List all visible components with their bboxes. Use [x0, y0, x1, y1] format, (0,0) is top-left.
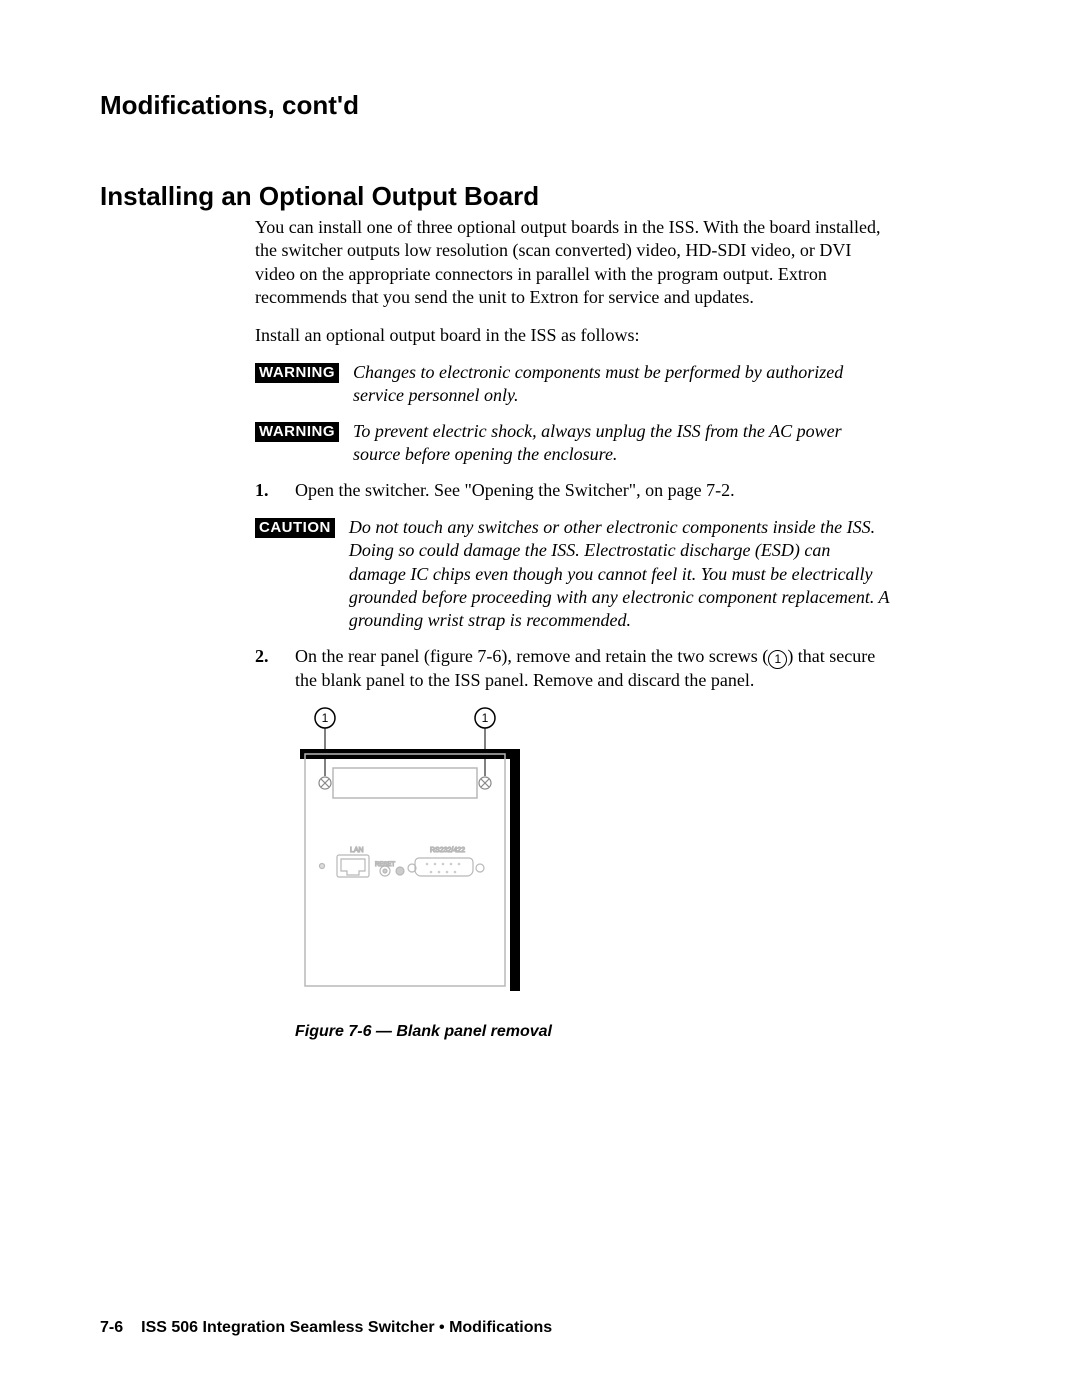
running-head: Modifications, cont'd — [100, 90, 980, 121]
blank-panel-diagram: 1 1 — [295, 706, 565, 1006]
page: Modifications, cont'd Installing an Opti… — [0, 0, 1080, 1397]
caution-1: CAUTION Do not touch any switches or oth… — [255, 516, 890, 633]
figure-7-6: 1 1 — [295, 706, 980, 1011]
warning-text: Changes to electronic components must be… — [353, 361, 890, 408]
body-block: You can install one of three optional ou… — [255, 216, 890, 692]
warning-badge: WARNING — [255, 422, 339, 443]
reset-label: RESET — [375, 862, 395, 868]
step-2: 2. On the rear panel (figure 7-6), remov… — [255, 645, 890, 692]
rs232-label: RS232/422 — [430, 847, 465, 854]
step-number: 1. — [255, 479, 295, 502]
section-title: Installing an Optional Output Board — [100, 181, 980, 212]
callout-right: 1 — [482, 711, 489, 725]
warning-text: To prevent electric shock, always unplug… — [353, 420, 890, 467]
callout-left: 1 — [322, 711, 329, 725]
callout-circle-icon: 1 — [768, 650, 787, 669]
caution-text: Do not touch any switches or other elect… — [349, 516, 890, 633]
step-1: 1. Open the switcher. See "Opening the S… — [255, 479, 890, 502]
warning-2: WARNING To prevent electric shock, alway… — [255, 420, 890, 467]
step2-text-a: On the rear panel (figure 7-6), remove a… — [295, 646, 768, 666]
page-footer: 7-6 ISS 506 Integration Seamless Switcher… — [100, 1319, 552, 1337]
step-text: Open the switcher. See "Opening the Swit… — [295, 479, 890, 502]
footer-title: ISS 506 Integration Seamless Switcher • … — [141, 1319, 552, 1336]
step-number: 2. — [255, 645, 295, 692]
step-text: On the rear panel (figure 7-6), remove a… — [295, 645, 890, 692]
lead-in-paragraph: Install an optional output board in the … — [255, 324, 890, 347]
intro-paragraph: You can install one of three optional ou… — [255, 216, 890, 310]
figure-caption: Figure 7-6 — Blank panel removal — [295, 1023, 980, 1041]
warning-badge: WARNING — [255, 363, 339, 384]
caution-badge: CAUTION — [255, 518, 335, 539]
warning-1: WARNING Changes to electronic components… — [255, 361, 890, 408]
page-number: 7-6 — [100, 1319, 123, 1336]
lan-label: LAN — [350, 847, 364, 854]
